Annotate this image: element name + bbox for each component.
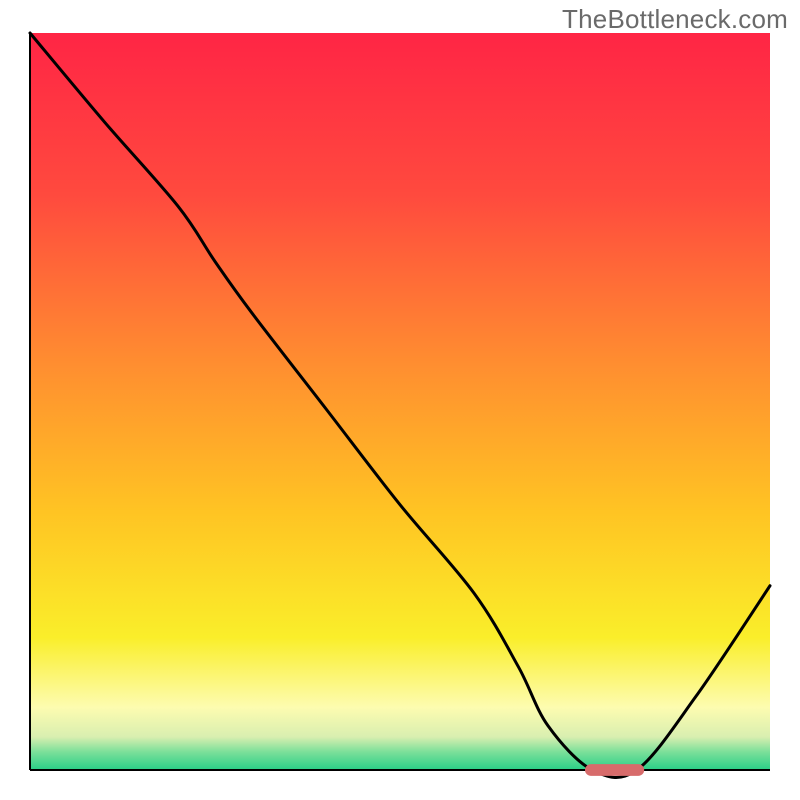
watermark-text: TheBottleneck.com <box>562 4 788 35</box>
chart-container: TheBottleneck.com <box>0 0 800 800</box>
bottleneck-chart <box>0 0 800 800</box>
plot-background <box>30 33 770 770</box>
optimal-marker <box>585 764 644 776</box>
